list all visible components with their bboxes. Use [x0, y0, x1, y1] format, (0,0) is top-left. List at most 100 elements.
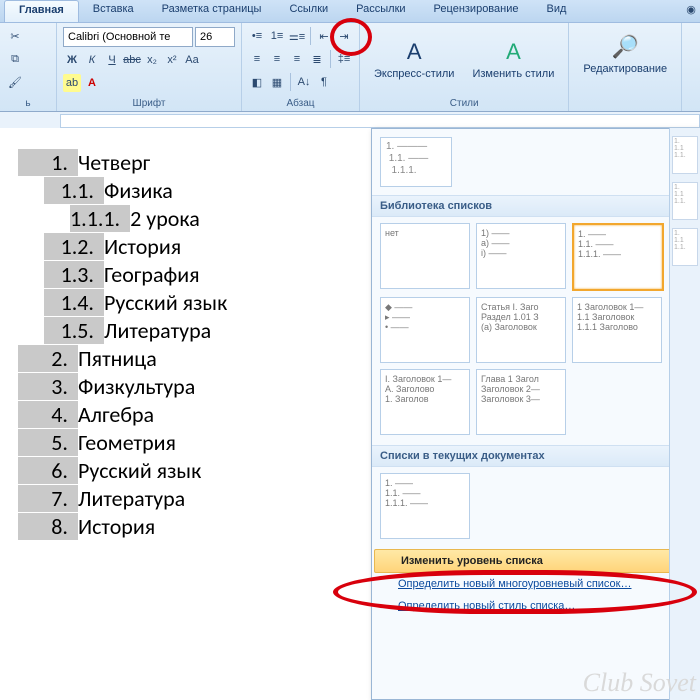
- font-color-button[interactable]: A: [83, 74, 101, 92]
- list-number: 1.3.: [44, 261, 104, 288]
- thumb-preview[interactable]: 1.1.11.1.: [672, 182, 698, 220]
- group-styles-label: Стили: [366, 96, 562, 109]
- highlight-color-button[interactable]: ab: [63, 74, 81, 92]
- numbering-button[interactable]: 1≡: [268, 27, 286, 45]
- list-number: 7.: [18, 485, 78, 512]
- list-item[interactable]: 4.Алгебра: [18, 401, 363, 428]
- sort-button[interactable]: A↓: [295, 73, 313, 91]
- list-item[interactable]: 3.Физкультура: [18, 373, 363, 400]
- strike-button[interactable]: abc: [123, 51, 141, 69]
- list-style-tile[interactable]: 1 Заголовок 1—1.1 Заголовок1.1.1 Заголов…: [572, 297, 662, 363]
- menu-define-new-list-style[interactable]: Определить новый стиль списка…: [372, 595, 699, 617]
- group-paragraph: •≡ 1≡ ⚌≡ ⇤ ⇥ ≡ ≡ ≡ ≣ ‡≡ ◧ ▦ A↓ ¶ Абзац: [242, 23, 360, 111]
- subscript-button[interactable]: x₂: [143, 51, 161, 69]
- help-icon[interactable]: ◉: [682, 0, 700, 18]
- list-style-tile[interactable]: Статья I. ЗагоРаздел 1.01 З(a) Заголовок: [476, 297, 566, 363]
- line-spacing-button[interactable]: ‡≡: [335, 50, 353, 68]
- lists-in-docs-grid: 1. ——1.1. ——1.1.1. ——: [372, 467, 699, 549]
- bullets-button[interactable]: •≡: [248, 27, 266, 45]
- list-number: 1.: [18, 149, 78, 176]
- group-editing: 🔎 Редактирование: [569, 23, 682, 111]
- thumb-preview[interactable]: 1.1.11.1.: [672, 136, 698, 174]
- tab-view[interactable]: Вид: [533, 0, 581, 22]
- italic-button[interactable]: К: [83, 51, 101, 69]
- list-item[interactable]: 5.Геометрия: [18, 429, 363, 456]
- tab-insert[interactable]: Вставка: [79, 0, 148, 22]
- multilevel-list-button[interactable]: ⚌≡: [288, 27, 306, 45]
- change-case-button[interactable]: Aa: [183, 51, 201, 69]
- group-font: Calibri (Основной те 26 Ж К Ч abc x₂ x² …: [57, 23, 242, 111]
- decrease-indent-button[interactable]: ⇤: [315, 27, 333, 45]
- list-item[interactable]: 1.3.География: [44, 261, 363, 288]
- menu-change-list-level[interactable]: Изменить уровень списка ▶: [374, 549, 697, 573]
- font-name-combo[interactable]: Calibri (Основной те: [63, 27, 193, 47]
- multilevel-list-dropdown: 1. ——— 1.1. —— 1.1.1. Библиотека списков…: [371, 128, 700, 700]
- tab-review[interactable]: Рецензирование: [420, 0, 533, 22]
- align-left-button[interactable]: ≡: [248, 50, 266, 68]
- list-item[interactable]: 8.История: [18, 513, 363, 540]
- list-text: Геометрия: [78, 429, 176, 456]
- list-item[interactable]: 1.5.Литература: [44, 317, 363, 344]
- tab-page-layout[interactable]: Разметка страницы: [148, 0, 276, 22]
- list-number: 8.: [18, 513, 78, 540]
- group-clipboard: ✂ ⧉ 🖌 ь: [0, 23, 57, 111]
- styles-gallery-icon: A: [398, 36, 430, 68]
- cut-icon[interactable]: ✂: [6, 27, 24, 45]
- shading-button[interactable]: ◧: [248, 73, 266, 91]
- ribbon: ✂ ⧉ 🖌 ь Calibri (Основной те 26 Ж К Ч ab…: [0, 23, 700, 112]
- list-text: История: [78, 513, 155, 540]
- align-center-button[interactable]: ≡: [268, 50, 286, 68]
- list-text: Физкультура: [78, 373, 195, 400]
- current-list-preview: 1. ——— 1.1. —— 1.1.1.: [380, 137, 452, 187]
- list-number: 4.: [18, 401, 78, 428]
- list-text: Литература: [104, 317, 211, 344]
- editing-button[interactable]: 🔎 Редактирование: [575, 27, 675, 79]
- list-text: Русский язык: [78, 457, 201, 484]
- find-icon: 🔎: [609, 31, 641, 63]
- superscript-button[interactable]: x²: [163, 51, 181, 69]
- tab-home[interactable]: Главная: [4, 0, 79, 22]
- list-style-tile[interactable]: Глава 1 ЗаголЗаголовок 2—Заголовок 3—: [476, 369, 566, 435]
- list-style-tile[interactable]: нет: [380, 223, 470, 289]
- change-styles-icon: A: [497, 36, 529, 68]
- quick-styles-button[interactable]: A Экспресс-стили: [366, 32, 462, 84]
- menu-define-new-multilevel-list[interactable]: Определить новый многоуровневый список…: [372, 573, 699, 595]
- thumb-preview[interactable]: 1.1.11.1.: [672, 228, 698, 266]
- borders-button[interactable]: ▦: [268, 73, 286, 91]
- format-painter-icon[interactable]: 🖌: [6, 73, 24, 91]
- justify-button[interactable]: ≣: [308, 50, 326, 68]
- increase-indent-button[interactable]: ⇥: [335, 27, 353, 45]
- list-text: Четверг: [78, 149, 150, 176]
- list-style-tile[interactable]: ◆ ——▸ ——• ——: [380, 297, 470, 363]
- list-number: 6.: [18, 457, 78, 484]
- list-text: Литература: [78, 485, 185, 512]
- change-styles-button[interactable]: A Изменить стили: [464, 32, 562, 84]
- list-style-tile[interactable]: 1. ——1.1. ——1.1.1. ——: [572, 223, 664, 291]
- workspace: 1.Четверг1.1.Физика1.1.1.2 урока1.2.Исто…: [0, 128, 700, 700]
- list-text: Пятница: [78, 345, 157, 372]
- list-item[interactable]: 6.Русский язык: [18, 457, 363, 484]
- list-number: 1.1.1.: [70, 205, 130, 232]
- copy-icon[interactable]: ⧉: [6, 50, 24, 68]
- align-right-button[interactable]: ≡: [288, 50, 306, 68]
- list-item[interactable]: 1.1.Физика: [44, 177, 363, 204]
- list-item[interactable]: 7.Литература: [18, 485, 363, 512]
- list-style-tile[interactable]: 1. ——1.1. ——1.1.1. ——: [380, 473, 470, 539]
- list-item[interactable]: 1.1.1.2 урока: [70, 205, 363, 232]
- bold-button[interactable]: Ж: [63, 51, 81, 69]
- section-lists-in-docs: Списки в текущих документах: [372, 445, 699, 467]
- document-body[interactable]: 1.Четверг1.1.Физика1.1.1.2 урока1.2.Исто…: [0, 128, 371, 700]
- list-text: Физика: [104, 177, 173, 204]
- tab-references[interactable]: Ссылки: [275, 0, 342, 22]
- list-style-tile[interactable]: 1) ——a) —— i) ——: [476, 223, 566, 289]
- list-item[interactable]: 1.Четверг: [18, 149, 363, 176]
- list-style-tile[interactable]: I. Заголовок 1—A. Заголово1. Заголов: [380, 369, 470, 435]
- underline-button[interactable]: Ч: [103, 51, 121, 69]
- tab-mailings[interactable]: Рассылки: [342, 0, 419, 22]
- list-item[interactable]: 2.Пятница: [18, 345, 363, 372]
- show-marks-button[interactable]: ¶: [315, 73, 333, 91]
- list-number: 5.: [18, 429, 78, 456]
- list-item[interactable]: 1.2.История: [44, 233, 363, 260]
- list-item[interactable]: 1.4.Русский язык: [44, 289, 363, 316]
- font-size-combo[interactable]: 26: [195, 27, 235, 47]
